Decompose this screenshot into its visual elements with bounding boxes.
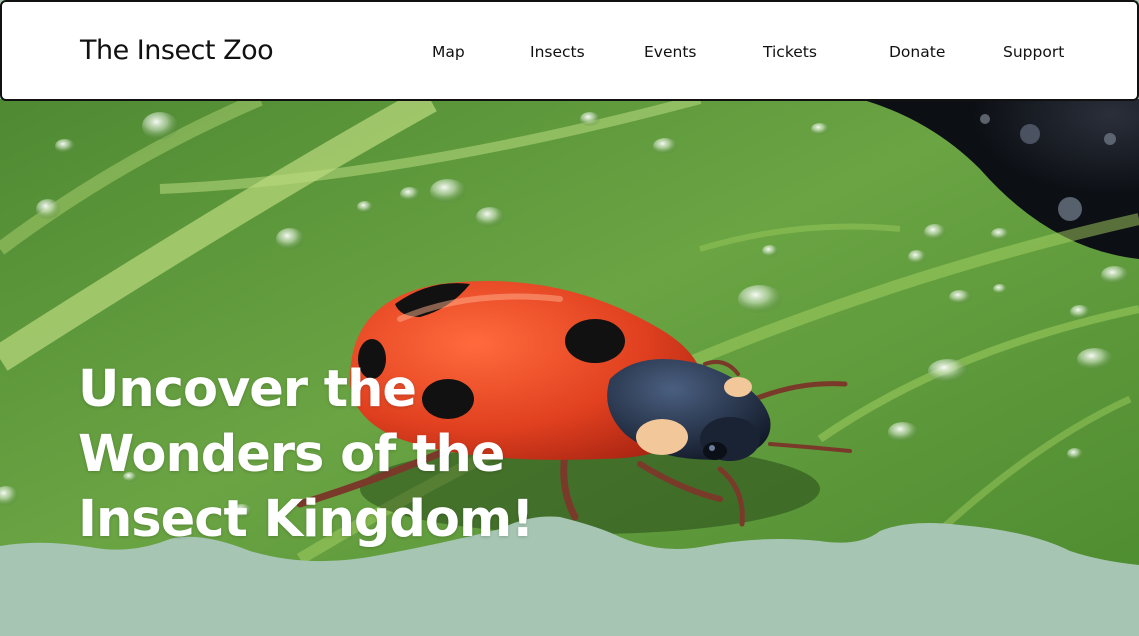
site-header: The Insect Zoo Map Insects Events Ticket… bbox=[0, 0, 1139, 101]
hero-headline: Uncover the Wonders of the Insect Kingdo… bbox=[78, 357, 558, 552]
nav-link-insects[interactable]: Insects bbox=[530, 43, 585, 61]
hero-headline-line: Uncover the bbox=[78, 360, 417, 419]
nav-link-tickets[interactable]: Tickets bbox=[763, 43, 817, 61]
nav-link-support[interactable]: Support bbox=[1003, 43, 1064, 61]
hero-headline-line: Wonders of the bbox=[78, 425, 505, 484]
nav-link-map[interactable]: Map bbox=[432, 43, 465, 61]
nav-link-donate[interactable]: Donate bbox=[889, 43, 945, 61]
hero-section: Uncover the Wonders of the Insect Kingdo… bbox=[0, 99, 1139, 636]
hero-headline-line: Insect Kingdom! bbox=[78, 490, 534, 549]
main-nav: Map Insects Events Tickets Donate Suppor… bbox=[2, 2, 1137, 99]
nav-link-events[interactable]: Events bbox=[644, 43, 696, 61]
